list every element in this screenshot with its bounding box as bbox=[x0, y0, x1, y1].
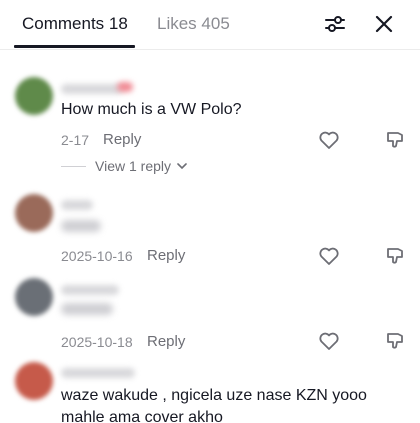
tab-comments[interactable]: Comments 18 bbox=[22, 12, 128, 36]
sliders-icon[interactable] bbox=[324, 13, 346, 35]
heart-outline-icon[interactable] bbox=[318, 330, 340, 352]
comment-text: mahle ama cover akho bbox=[61, 409, 223, 423]
tab-likes[interactable]: Likes 405 bbox=[157, 12, 230, 36]
avatar[interactable] bbox=[15, 278, 53, 316]
username-redacted bbox=[61, 84, 123, 94]
comment-date: 2-17 bbox=[61, 132, 90, 148]
username-redacted bbox=[61, 285, 119, 295]
replies-divider bbox=[61, 166, 86, 167]
reply-button[interactable]: Reply bbox=[147, 247, 185, 264]
avatar[interactable] bbox=[15, 77, 53, 115]
close-icon[interactable] bbox=[373, 13, 395, 35]
avatar[interactable] bbox=[15, 362, 53, 400]
reply-button[interactable]: Reply bbox=[103, 131, 141, 148]
thumbs-down-outline-icon[interactable] bbox=[384, 245, 406, 267]
comment-date: 2025-10-16 bbox=[61, 248, 133, 264]
active-tab-indicator bbox=[14, 45, 135, 48]
comment-date: 2025-10-18 bbox=[61, 334, 133, 350]
comments-header: Comments 18 Likes 405 bbox=[0, 0, 420, 50]
avatar[interactable] bbox=[15, 194, 53, 232]
heart-outline-icon[interactable] bbox=[318, 245, 340, 267]
username-redacted bbox=[117, 82, 133, 92]
reply-button[interactable]: Reply bbox=[147, 333, 185, 350]
comment-text-redacted bbox=[61, 303, 113, 315]
comment-text: waze wakude , ngicela uze nase KZN yooo bbox=[61, 387, 367, 404]
thumbs-down-outline-icon[interactable] bbox=[384, 330, 406, 352]
username-redacted bbox=[61, 368, 135, 378]
chevron-down-icon[interactable] bbox=[177, 162, 187, 170]
username-redacted bbox=[61, 200, 93, 210]
view-replies-button[interactable]: View 1 reply bbox=[95, 158, 171, 174]
heart-outline-icon[interactable] bbox=[318, 129, 340, 151]
comment-text-redacted bbox=[61, 220, 101, 232]
thumbs-down-outline-icon[interactable] bbox=[384, 129, 406, 151]
comment-text: How much is a VW Polo? bbox=[61, 101, 242, 118]
